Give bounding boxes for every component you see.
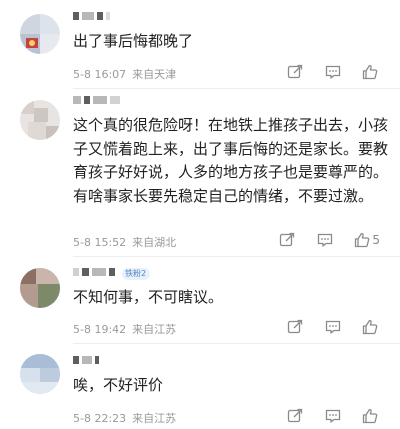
comment-actions <box>266 63 380 81</box>
comment-text: 这个真的很危险呀！在地铁上推孩子出去，小孩子又慌着跑上来，出了事后悔的还是家长。… <box>73 116 389 205</box>
like-button[interactable] <box>362 64 380 80</box>
comment-date: 5-8 16:07 <box>73 68 127 81</box>
comment-actions <box>266 407 380 425</box>
comment-icon[interactable] <box>324 63 342 81</box>
like-button[interactable] <box>362 319 380 335</box>
like-count: 5 <box>372 233 380 247</box>
comment-icon[interactable] <box>316 231 334 249</box>
username-masked[interactable] <box>73 12 113 22</box>
comment-date: 5-8 15:52 <box>73 236 127 249</box>
like-icon <box>362 64 378 80</box>
share-icon[interactable] <box>286 407 304 425</box>
comment-meta: 5-8 22:23 来自江苏 <box>73 410 176 426</box>
fan-badge[interactable]: 铁粉2 <box>122 268 151 280</box>
comment-icon[interactable] <box>324 318 342 336</box>
comment-meta: 5-8 15:52 来自湖北 <box>73 234 176 250</box>
comment-location: 来自天津 <box>132 68 177 81</box>
share-icon[interactable] <box>286 318 304 336</box>
divider <box>73 88 400 89</box>
comment-location: 来自江苏 <box>132 412 177 425</box>
username-masked[interactable] <box>73 356 102 366</box>
username-masked[interactable]: 铁粉2 <box>73 268 151 280</box>
like-icon <box>355 232 370 248</box>
divider <box>73 343 400 344</box>
avatar[interactable] <box>20 354 60 394</box>
comment-location: 来自江苏 <box>132 323 177 336</box>
comment-text: 唉，不好评价 <box>73 376 164 394</box>
comment-feed: 出了事后悔都晚了 5-8 16:07 来自天津 这个真的很危险呀！在地铁上推孩子… <box>0 0 400 429</box>
comment-meta: 5-8 16:07 来自天津 <box>73 66 176 82</box>
avatar[interactable] <box>20 100 60 140</box>
avatar[interactable] <box>20 14 60 54</box>
like-icon <box>362 319 378 335</box>
avatar[interactable] <box>20 268 60 308</box>
comment-icon[interactable] <box>324 407 342 425</box>
divider <box>73 256 400 257</box>
comment-meta: 5-8 19:42 来自江苏 <box>73 321 176 337</box>
like-icon <box>362 408 378 424</box>
share-icon[interactable] <box>278 231 296 249</box>
like-button[interactable]: 5 <box>354 232 380 248</box>
comment-actions <box>266 318 380 336</box>
comment-date: 5-8 22:23 <box>73 412 127 425</box>
comment-text: 出了事后悔都晚了 <box>73 32 194 50</box>
comment-location: 来自湖北 <box>132 236 177 249</box>
comment-actions: 5 <box>258 231 380 249</box>
share-icon[interactable] <box>286 63 304 81</box>
like-button[interactable] <box>362 408 380 424</box>
comment-text: 不知何事，不可瞎议。 <box>73 288 224 306</box>
username-masked[interactable] <box>73 96 123 106</box>
comment-date: 5-8 19:42 <box>73 323 127 336</box>
